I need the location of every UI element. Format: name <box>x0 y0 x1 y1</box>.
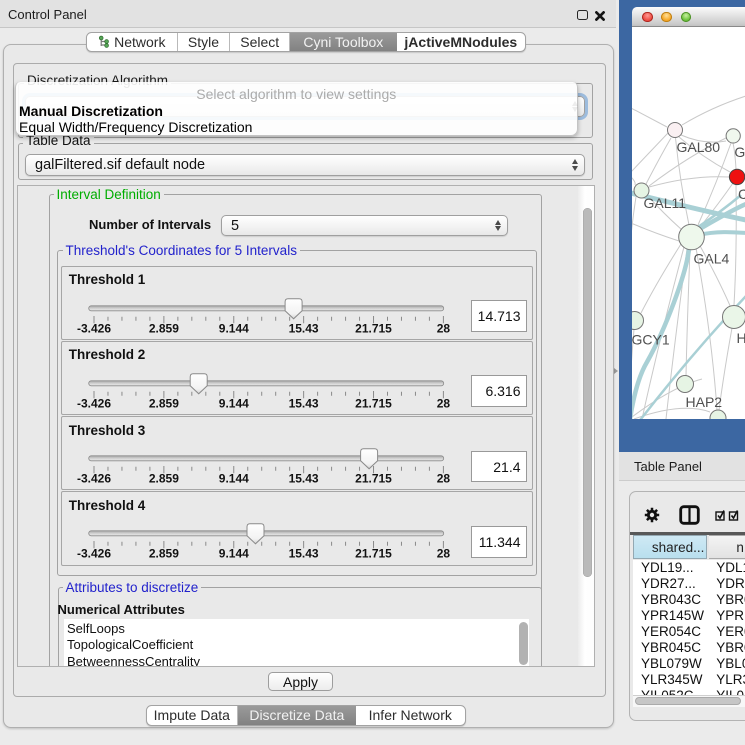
svg-text:GAL80: GAL80 <box>676 139 720 155</box>
svg-text:HAP2: HAP2 <box>685 394 722 410</box>
svg-text:GA: GA <box>734 144 745 160</box>
svg-text:9.144: 9.144 <box>219 472 249 486</box>
svg-text:21.715: 21.715 <box>355 472 392 486</box>
svg-text:21.715: 21.715 <box>355 547 392 561</box>
svg-text:28: 28 <box>437 396 451 410</box>
svg-text:15.43: 15.43 <box>289 396 319 410</box>
svg-text:9.144: 9.144 <box>219 321 249 335</box>
svg-text:H: H <box>736 330 745 346</box>
svg-text:-3.426: -3.426 <box>77 472 111 486</box>
svg-text:-3.426: -3.426 <box>77 321 111 335</box>
svg-text:2.859: 2.859 <box>149 396 179 410</box>
svg-text:15.43: 15.43 <box>289 321 319 335</box>
svg-text:9.144: 9.144 <box>219 396 249 410</box>
svg-text:CA: CA <box>738 186 745 202</box>
svg-text:28: 28 <box>437 472 451 486</box>
svg-text:21.715: 21.715 <box>355 321 392 335</box>
svg-text:9.144: 9.144 <box>219 547 249 561</box>
svg-text:28: 28 <box>437 321 451 335</box>
svg-text:-3.426: -3.426 <box>77 396 111 410</box>
svg-text:GAL4: GAL4 <box>693 251 729 267</box>
svg-text:28: 28 <box>437 547 451 561</box>
svg-text:2.859: 2.859 <box>149 321 179 335</box>
svg-text:-3.426: -3.426 <box>77 547 111 561</box>
svg-text:GAL11: GAL11 <box>643 195 686 211</box>
svg-text:GCY1: GCY1 <box>632 332 670 348</box>
svg-text:2.859: 2.859 <box>149 472 179 486</box>
svg-text:15.43: 15.43 <box>289 472 319 486</box>
svg-text:2.859: 2.859 <box>149 547 179 561</box>
svg-text:21.715: 21.715 <box>355 396 392 410</box>
svg-text:15.43: 15.43 <box>289 547 319 561</box>
